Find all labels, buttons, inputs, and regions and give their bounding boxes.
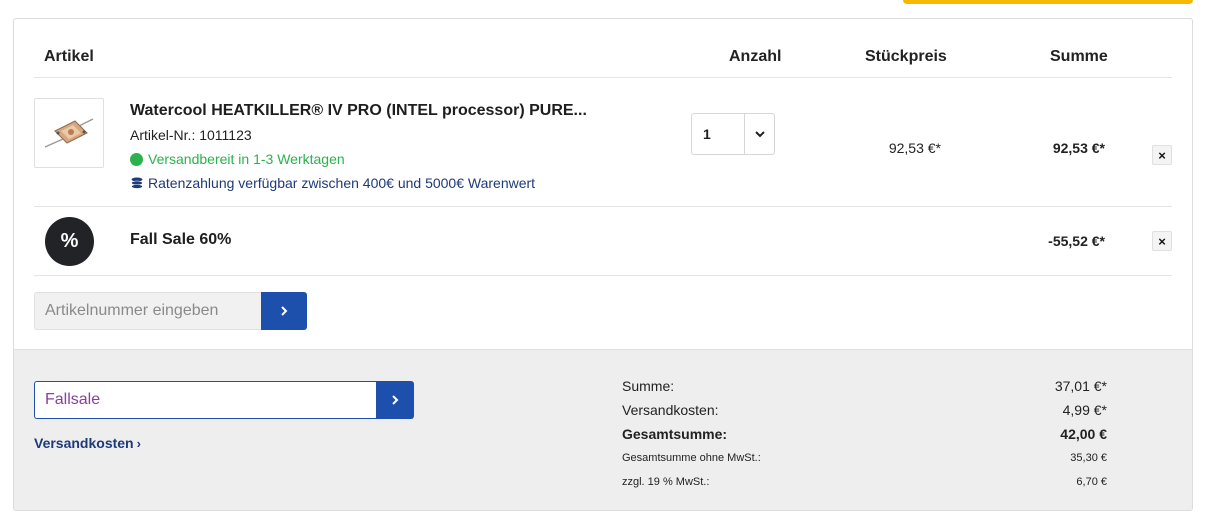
cart-panel: Artikel Anzahl Stückpreis Summe Watercoo…	[13, 18, 1193, 511]
remove-discount-button[interactable]: ×	[1152, 231, 1172, 251]
chevron-down-icon	[744, 114, 774, 154]
shipping-costs-link-label: Versandkosten	[34, 435, 134, 451]
totals-label: Gesamtsumme ohne MwSt.:	[622, 452, 761, 464]
product-title[interactable]: Watercool HEATKILLER® IV PRO (INTEL proc…	[130, 102, 587, 120]
shipping-status-text: Versandbereit in 1-3 Werktagen	[148, 151, 345, 167]
column-header-stueckpreis: Stückpreis	[865, 48, 947, 65]
discount-label: Fall Sale 60%	[130, 231, 232, 248]
coins-icon	[130, 176, 144, 190]
voucher-input[interactable]	[34, 381, 376, 419]
totals-row-gesamtsumme: Gesamtsumme: 42,00 €	[622, 422, 1107, 446]
check-dot-icon	[130, 152, 143, 166]
product-thumbnail[interactable]	[34, 98, 104, 168]
totals-value: 42,00 €	[1060, 426, 1107, 442]
line-total: 92,53 €*	[1052, 140, 1105, 156]
shipping-costs-link[interactable]: Versandkosten ›	[34, 435, 141, 451]
chevron-right-icon	[392, 395, 399, 405]
column-header-summe: Summe	[1050, 48, 1108, 65]
financing-text: Ratenzahlung verfügbar zwischen 400€ und…	[148, 175, 536, 191]
totals-label: Gesamtsumme:	[622, 426, 728, 442]
close-icon: ×	[1158, 233, 1166, 249]
header-accent-bar	[903, 0, 1193, 4]
summary-area: Versandkosten › Summe: 37,01 €* Versandk…	[14, 349, 1192, 510]
cart-item-row: Watercool HEATKILLER® IV PRO (INTEL proc…	[34, 78, 1172, 207]
totals-summary: Summe: 37,01 €* Versandkosten: 4,99 €* G…	[622, 374, 1107, 494]
quantity-value: 1	[703, 126, 711, 142]
totals-row-netto: Gesamtsumme ohne MwSt.: 35,30 €	[622, 446, 1107, 470]
voucher-form	[34, 381, 414, 419]
add-article-form	[34, 292, 307, 330]
add-article-button[interactable]	[261, 292, 307, 330]
discount-row: % Fall Sale 60% -55,52 €* ×	[34, 207, 1172, 276]
totals-label: Versandkosten:	[622, 402, 719, 418]
chevron-right-icon	[281, 306, 288, 316]
totals-value: 4,99 €*	[1062, 402, 1107, 418]
article-number-input[interactable]	[34, 292, 261, 330]
quantity-select[interactable]: 1	[691, 113, 775, 155]
discount-amount: -55,52 €*	[1048, 233, 1105, 249]
totals-label: Summe:	[622, 378, 675, 394]
financing-info: Ratenzahlung verfügbar zwischen 400€ und…	[130, 175, 535, 191]
unit-price: 92,53 €*	[888, 140, 941, 156]
totals-row-versandkosten: Versandkosten: 4,99 €*	[622, 398, 1107, 422]
waterblock-image-icon	[44, 118, 94, 148]
chevron-right-icon: ›	[136, 435, 141, 451]
shipping-status: Versandbereit in 1-3 Werktagen	[130, 151, 345, 167]
cart-table-header: Artikel Anzahl Stückpreis Summe	[34, 19, 1172, 78]
column-header-artikel: Artikel	[44, 48, 94, 65]
remove-item-button[interactable]: ×	[1152, 145, 1172, 165]
product-article-number: Artikel-Nr.: 1011123	[130, 127, 252, 143]
totals-value: 6,70 €	[1076, 476, 1107, 488]
totals-value: 37,01 €*	[1054, 378, 1107, 394]
totals-row-mwst: zzgl. 19 % MwSt.: 6,70 €	[622, 470, 1107, 494]
percent-icon: %	[45, 217, 94, 266]
totals-label: zzgl. 19 % MwSt.:	[622, 476, 710, 488]
close-icon: ×	[1158, 147, 1166, 163]
totals-value: 35,30 €	[1070, 452, 1107, 464]
column-header-anzahl: Anzahl	[729, 48, 782, 65]
totals-row-summe: Summe: 37,01 €*	[622, 374, 1107, 398]
voucher-submit-button[interactable]	[376, 381, 414, 419]
